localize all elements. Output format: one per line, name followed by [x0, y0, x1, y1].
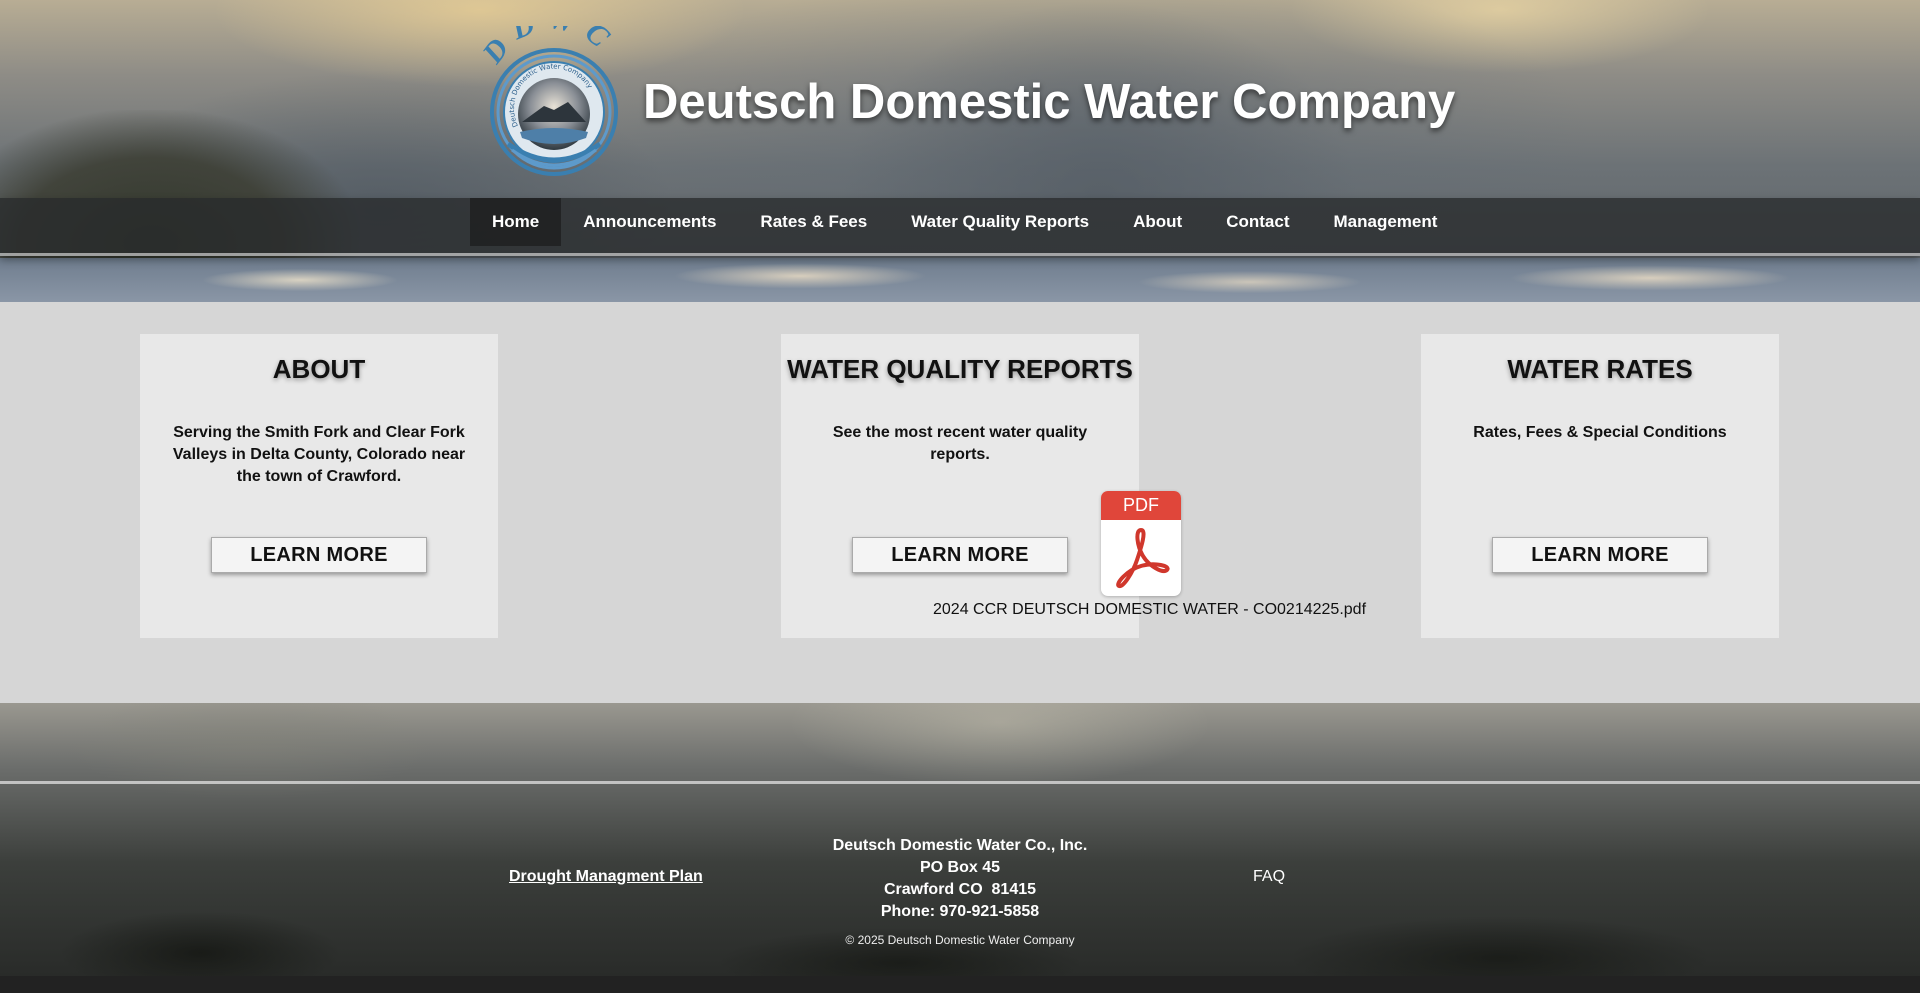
water-quality-card-title: WATER QUALITY REPORTS	[787, 354, 1133, 384]
address-phone: Phone: 970-921-5858	[880, 903, 1040, 920]
main-content: ABOUT Serving the Smith Fork and Clear F…	[0, 302, 1920, 703]
address-po-box: PO Box 45	[919, 859, 1001, 876]
water-rates-learn-more-button[interactable]: LEARN MORE	[1492, 537, 1708, 573]
water-quality-card-text: See the most recent water quality report…	[832, 424, 1088, 463]
about-card-text: Serving the Smith Fork and Clear Fork Va…	[172, 424, 466, 485]
water-rates-card-text: Rates, Fees & Special Conditions	[1473, 424, 1727, 441]
main-nav-bar: Home Announcements Rates & Fees Water Qu…	[0, 198, 1920, 256]
water-rates-card: WATER RATES Rates, Fees & Special Condit…	[1421, 334, 1779, 638]
water-quality-card: WATER QUALITY REPORTS See the most recen…	[781, 334, 1139, 638]
nav-item-about[interactable]: About	[1111, 198, 1204, 246]
pdf-file-icon[interactable]: PDF	[1101, 491, 1181, 596]
header-banner	[0, 0, 1920, 302]
nav-item-contact[interactable]: Contact	[1204, 198, 1311, 246]
main-nav: Home Announcements Rates & Fees Water Qu…	[470, 198, 1459, 246]
nav-item-management[interactable]: Management	[1311, 198, 1459, 246]
about-card-title: ABOUT	[272, 354, 366, 384]
water-quality-learn-more-button[interactable]: LEARN MORE	[852, 537, 1068, 573]
footer-divider	[0, 781, 1920, 784]
company-address: Deutsch Domestic Water Co., Inc. PO Box …	[760, 835, 1160, 923]
nav-item-home[interactable]: Home	[470, 198, 562, 246]
cloud-strip	[0, 258, 1920, 302]
acrobat-icon	[1116, 528, 1170, 589]
about-card: ABOUT Serving the Smith Fork and Clear F…	[140, 334, 498, 638]
pdf-file-link[interactable]: 2024 CCR DEUTSCH DOMESTIC WATER - CO0214…	[933, 601, 1366, 619]
company-logo[interactable]: DDWC Deutsch Domestic Water Company	[482, 26, 626, 176]
nav-item-rates-fees[interactable]: Rates & Fees	[738, 198, 889, 246]
faq-link[interactable]: FAQ	[1253, 868, 1285, 886]
address-city: Crawford CO 81415	[883, 881, 1037, 898]
pdf-badge: PDF	[1101, 491, 1181, 520]
drought-plan-link[interactable]: Drought Managment Plan	[509, 868, 703, 886]
nav-item-water-quality-reports[interactable]: Water Quality Reports	[889, 198, 1111, 246]
nav-item-announcements[interactable]: Announcements	[561, 198, 738, 246]
copyright-text: © 2025 Deutsch Domestic Water Company	[845, 933, 1075, 947]
footer-bottom-bar	[0, 976, 1920, 993]
site-title: Deutsch Domestic Water Company	[643, 75, 1456, 129]
about-learn-more-button[interactable]: LEARN MORE	[211, 537, 427, 573]
water-rates-card-title: WATER RATES	[1507, 354, 1693, 384]
address-company: Deutsch Domestic Water Co., Inc.	[832, 837, 1088, 854]
